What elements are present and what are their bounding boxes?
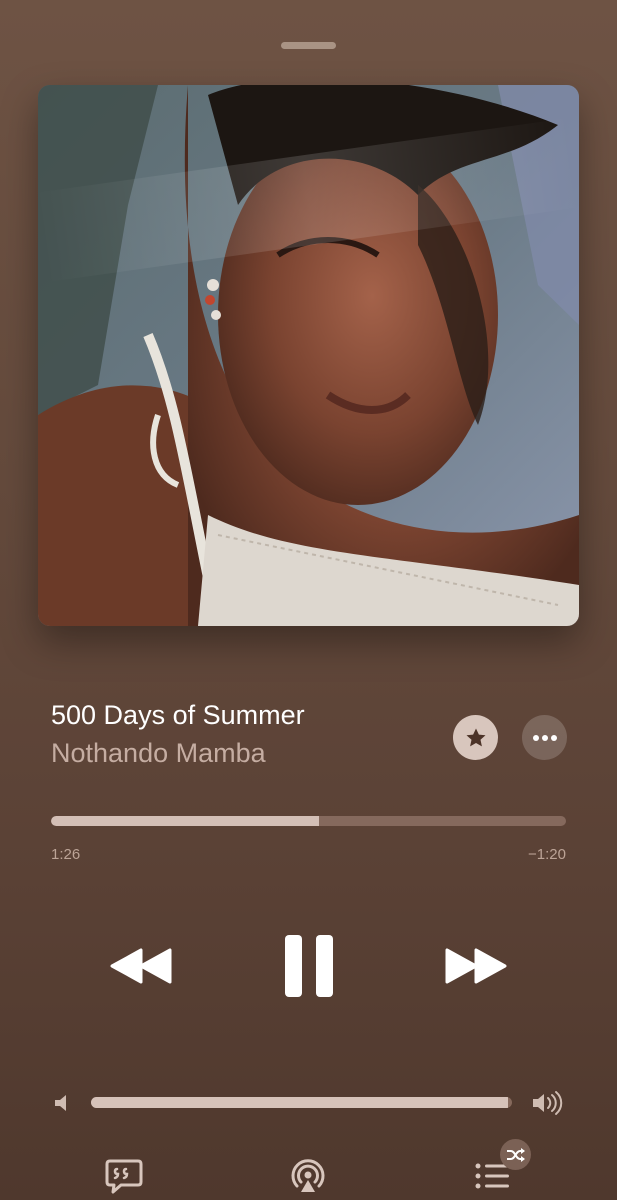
album-artwork xyxy=(38,85,579,626)
volume-low-icon xyxy=(52,1092,72,1114)
volume-high-icon xyxy=(531,1089,565,1117)
elapsed-time: 1:26 xyxy=(51,846,81,863)
playback-progress-fill xyxy=(51,816,319,826)
favorite-button[interactable] xyxy=(453,715,498,760)
track-artist[interactable]: Nothando Mamba xyxy=(51,738,266,769)
playback-progress-bar[interactable] xyxy=(51,816,566,826)
rewind-button[interactable] xyxy=(108,944,174,988)
volume-slider[interactable] xyxy=(91,1097,512,1108)
fast-forward-button[interactable] xyxy=(443,944,509,988)
airplay-button[interactable] xyxy=(288,1156,328,1196)
sheet-grabber[interactable] xyxy=(281,42,336,49)
fast-forward-icon xyxy=(445,948,507,984)
star-icon xyxy=(466,728,485,746)
volume-slider-fill xyxy=(91,1097,508,1108)
ellipsis-icon xyxy=(532,734,557,741)
remaining-time: −1:20 xyxy=(528,846,566,863)
airplay-icon xyxy=(291,1159,325,1192)
lyrics-button[interactable] xyxy=(104,1158,144,1194)
shuffle-badge[interactable] xyxy=(500,1139,531,1170)
rewind-icon xyxy=(110,948,172,984)
track-title[interactable]: 500 Days of Summer xyxy=(51,700,305,731)
pause-icon xyxy=(285,935,333,997)
lyrics-quote-icon xyxy=(105,1159,143,1194)
shuffle-icon xyxy=(506,1147,525,1162)
more-options-button[interactable] xyxy=(522,715,567,760)
pause-button[interactable] xyxy=(282,933,336,999)
